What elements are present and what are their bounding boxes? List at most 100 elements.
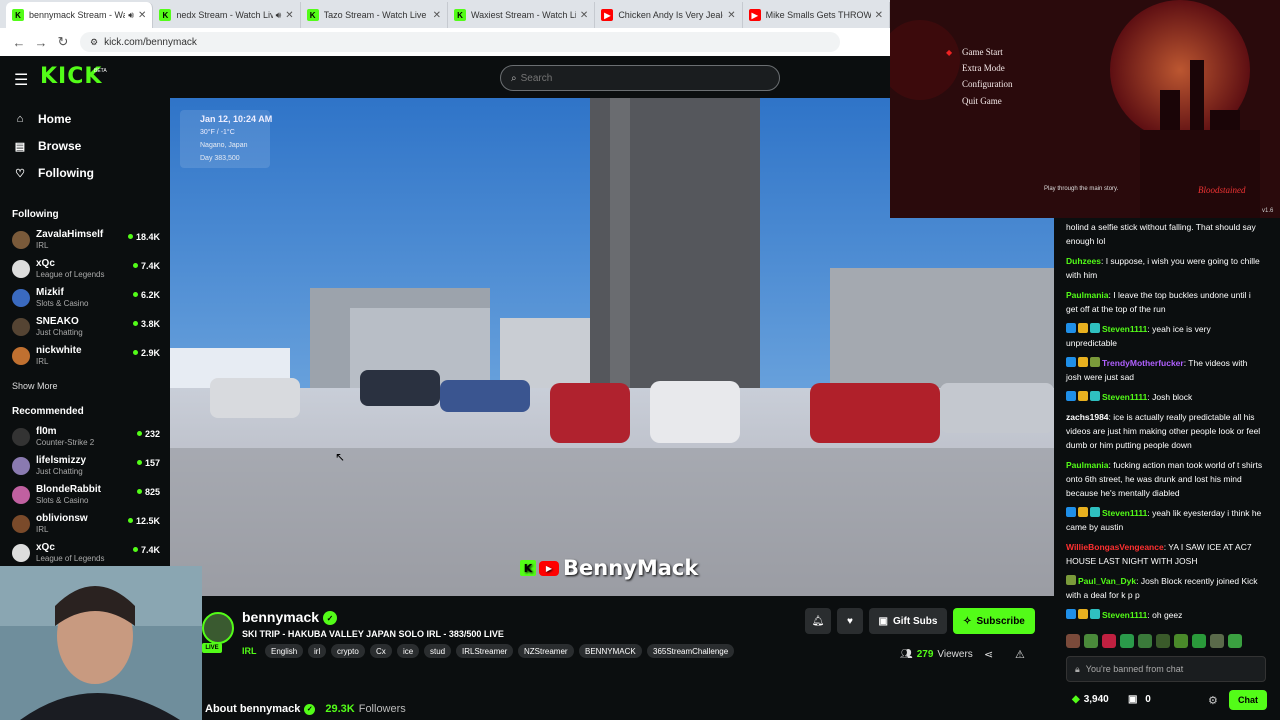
streamer-name[interactable]: bennymack [242,609,319,625]
channel-viewers: 12.5K [128,516,160,526]
sidebar-nav-following[interactable]: ♡ Following [12,166,94,180]
chat-username[interactable]: Paulmania [1066,460,1109,470]
gift-subs-button[interactable]: ▣ Gift Subs [869,608,947,634]
browser-tab[interactable]: Kbennymack Stream - Wat 🔊︎ ✕ [6,2,154,28]
chat-settings-gear-icon[interactable]: ⚙ [1208,694,1218,707]
emote-icon[interactable] [1228,634,1242,648]
emote-icon[interactable] [1210,634,1224,648]
chat-username[interactable]: Paul_Van_Dyk [1078,576,1136,586]
webcam-image [0,566,202,720]
sidebar-nav-browse[interactable]: ▤ Browse [12,139,82,153]
sidebar-channel[interactable]: nickwhite IRL 2.9K [12,345,162,373]
emote-icon[interactable] [1174,634,1188,648]
sidebar-channel[interactable]: lifelsmizzy Just Chatting 157 [12,455,162,483]
game-menu-config[interactable]: Configuration [962,79,1013,89]
stream-tag[interactable]: BENNYMACK [579,644,642,658]
close-tab-icon[interactable]: ✕ [580,10,588,21]
stream-tag[interactable]: 365StreamChallenge [647,644,735,658]
streamer-avatar[interactable] [202,612,234,644]
emote-icon[interactable] [1084,634,1098,648]
sidebar-channel[interactable]: ZavalaHimself IRL 18.4K [12,229,162,257]
stream-tag[interactable]: stud [424,644,452,658]
search-input[interactable] [520,72,761,84]
stream-tag[interactable]: NZStreamer [518,644,574,658]
sidebar-channel[interactable]: fl0m Counter-Strike 2 232 [12,426,162,454]
game-menu-extra[interactable]: Extra Mode [962,63,1005,73]
close-tab-icon[interactable]: ✕ [138,10,146,21]
stream-tag[interactable]: crypto [331,644,365,658]
channel-avatar [12,486,30,504]
channel-category: Just Chatting [36,328,83,337]
channel-avatar [12,318,30,336]
sidebar-channel[interactable]: SNEAKO Just Chatting 3.8K [12,316,162,344]
sidebar-channel[interactable]: xQc League of Legends 7.4K [12,258,162,286]
close-tab-icon[interactable]: ✕ [727,10,735,21]
channel-viewers: 3.8K [133,319,160,329]
chat-username[interactable]: WillieBongasVengeance [1066,542,1164,552]
channel-name: nickwhite [36,345,82,356]
sidebar-channel[interactable]: BlondeRabbit Slots & Casino 825 [12,484,162,512]
chat-username[interactable]: Steven1111 [1102,324,1147,334]
sidebar-nav-home[interactable]: ⌂ Home [12,112,72,126]
forward-arrow-icon[interactable]: → [30,35,52,50]
chat-username[interactable]: Duhzees [1066,256,1101,266]
close-tab-icon[interactable]: ✕ [875,10,883,21]
emote-icon[interactable] [1156,634,1170,648]
back-arrow-icon[interactable]: ← [8,35,30,50]
close-tab-icon[interactable]: ✕ [433,10,441,21]
chat-username[interactable]: Steven1111 [1102,508,1147,518]
emote-icon[interactable] [1120,634,1134,648]
browser-tab[interactable]: K Tazo Stream - Watch Live on ✕ [301,2,448,28]
sidebar-channel[interactable]: oblivionsw IRL 12.5K [12,513,162,541]
browser-tab[interactable]: K Waxiest Stream - Watch Live ✕ [448,2,596,28]
notification-bell-button[interactable]: 🔔︎ [805,608,831,634]
subscribe-button[interactable]: ✧ Subscribe [953,608,1035,634]
browser-tab[interactable]: ▶ Mike Smalls Gets THROWN O ✕ [743,2,890,28]
audio-speaker-icon[interactable]: 🔊︎ [276,10,282,21]
game-menu-start[interactable]: Game Start [962,47,1003,57]
stream-tag[interactable]: irl [308,644,327,658]
emote-icon[interactable] [1138,634,1152,648]
gift-count[interactable]: ▣ 0 [1128,694,1151,705]
stream-tag[interactable]: English [265,644,304,658]
report-icon[interactable]: ⚠ [1015,648,1025,661]
chat-username[interactable]: TrendyMotherfucker [1102,358,1184,368]
chat-badge-icon [1066,391,1076,401]
sidebar-channel[interactable]: Mizkif Slots & Casino 6.2K [12,287,162,315]
share-icon[interactable]: ⋖ [984,648,993,661]
audio-speaker-icon[interactable]: 🔊︎ [128,10,134,21]
emote-icon[interactable] [1066,634,1080,648]
chat-username[interactable]: Paulmania [1066,290,1109,300]
chat-username[interactable]: Steven1111 [1102,610,1147,620]
chat-username[interactable]: zachs1984 [1066,412,1109,422]
emote-icon[interactable] [1192,634,1206,648]
stream-tag[interactable]: ice [397,644,420,658]
tab-title: bennymack Stream - Wat [29,10,126,20]
channel-points[interactable]: ◆ 3,940 [1072,694,1109,705]
search-bar[interactable]: ⌕ [500,65,780,91]
chat-send-button[interactable]: Chat [1229,690,1267,710]
channel-avatar [12,347,30,365]
emote-icon[interactable] [1102,634,1116,648]
browser-tab[interactable]: ▶ Chicken Andy Is Very Jealous ✕ [595,2,743,28]
youtube-favicon-icon: ▶ [748,9,761,21]
stream-category[interactable]: IRL [242,646,257,656]
chat-message: TrendyMotherfucker: The videos with josh… [1066,356,1264,384]
browser-tab[interactable]: Knedx Stream - Watch Live 🔊︎ ✕ [153,2,301,28]
follow-button[interactable]: ♥ [837,608,863,634]
channel-avatar [12,428,30,446]
chat-username[interactable]: Steven1111 [1102,392,1147,402]
site-info-icon[interactable]: ⚙ [90,37,98,48]
emote-bar [1066,634,1262,648]
stream-tag[interactable]: Cx [370,644,392,658]
close-tab-icon[interactable]: ✕ [285,10,293,21]
youtube-favicon-icon: ▶ [601,9,614,21]
reload-icon[interactable]: ↻ [52,34,74,50]
show-more-link[interactable]: Show More [12,381,58,391]
menu-icon[interactable]: ☰ [14,70,28,90]
game-menu-quit[interactable]: Quit Game [962,96,1002,106]
sidebar-channel[interactable]: xQc League of Legends 7.4K [12,542,162,570]
stream-tag[interactable]: IRLStreamer [456,644,514,658]
channel-avatar [12,457,30,475]
address-bar[interactable]: ⚙ kick.com/bennymack [80,32,840,52]
